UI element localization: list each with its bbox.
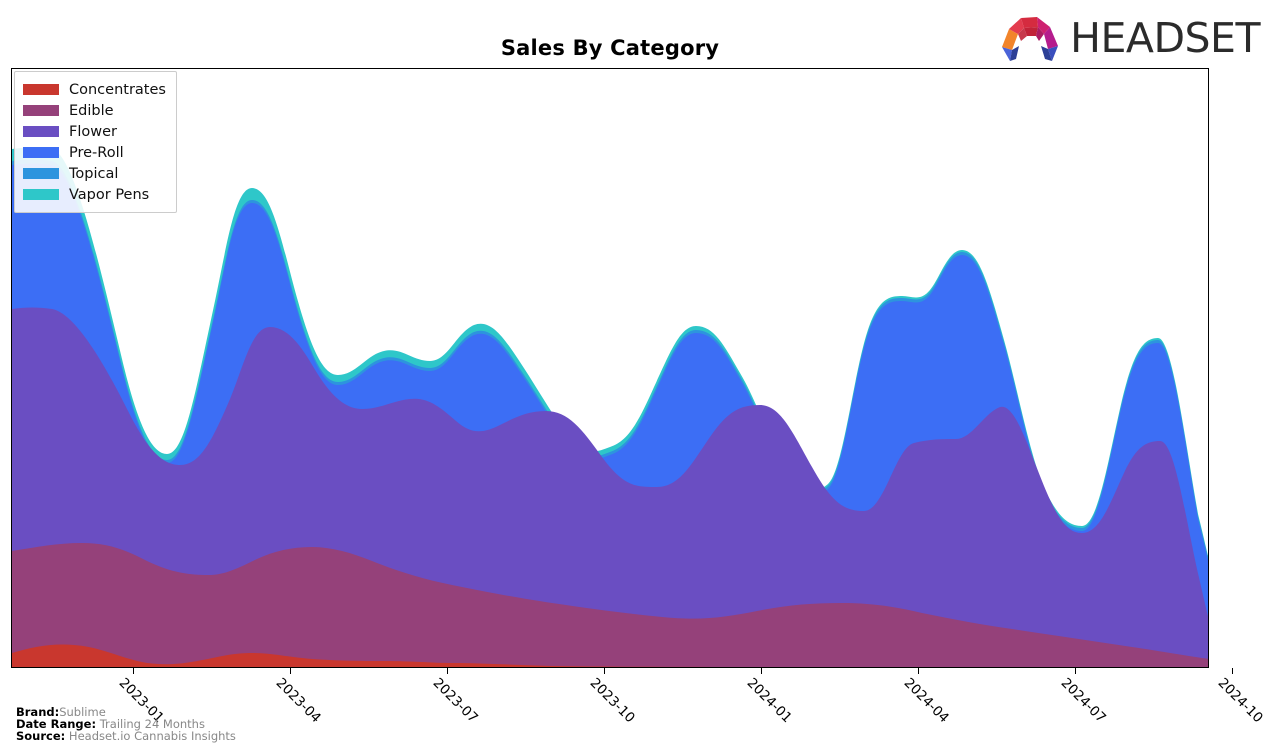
legend-swatch-icon [23,147,59,158]
x-tick-label: 2024-01 [743,675,795,727]
legend-swatch-icon [23,168,59,179]
legend-swatch-icon [23,84,59,95]
legend-label: Flower [69,123,117,140]
chart-page: Sales By Category HEADSET Concentrates E… [0,0,1276,748]
footer-row-source: Source: Headset.io Cannabis Insights [16,728,236,743]
legend-item-edible[interactable]: Edible [23,100,166,121]
x-tick-label: 2024-04 [900,675,952,727]
x-tick-mark [133,668,134,674]
legend-item-pre-roll[interactable]: Pre-Roll [23,142,166,163]
legend-label: Concentrates [69,81,166,98]
logo-wordmark: HEADSET [1070,13,1260,62]
legend-item-flower[interactable]: Flower [23,121,166,142]
headset-logo-icon [1002,17,1059,61]
x-tick-mark [290,668,291,674]
x-tick-mark [604,668,605,674]
stacked-area-chart [12,147,1208,667]
x-tick-mark [1075,668,1076,674]
area-series-group [12,147,1208,667]
headset-logo: HEADSET [1000,12,1260,64]
footer-key: Source: [16,728,66,743]
legend-swatch-icon [23,105,59,116]
legend: Concentrates Edible Flower Pre-Roll Topi… [14,71,177,213]
x-tick-label: 2023-04 [272,675,324,727]
legend-item-vapor-pens[interactable]: Vapor Pens [23,184,166,205]
plot-area [11,68,1209,668]
legend-item-concentrates[interactable]: Concentrates [23,79,166,100]
x-tick-mark [447,668,448,674]
x-tick-label: 2023-10 [586,675,638,727]
x-tick-label: 2023-07 [429,675,481,727]
x-tick-label: 2024-07 [1057,675,1109,727]
legend-label: Vapor Pens [69,186,150,203]
legend-label: Topical [69,165,119,182]
x-tick-mark [1232,668,1233,674]
legend-label: Pre-Roll [69,144,124,161]
x-tick-mark [761,668,762,674]
legend-label: Edible [69,102,114,119]
x-tick-mark [918,668,919,674]
legend-swatch-icon [23,126,59,137]
footer: Brand:Sublime Date Range: Trailing 24 Mo… [16,706,236,743]
footer-value: Headset.io Cannabis Insights [68,728,236,743]
legend-item-topical[interactable]: Topical [23,163,166,184]
legend-swatch-icon [23,189,59,200]
x-tick-label: 2024-10 [1214,675,1266,727]
